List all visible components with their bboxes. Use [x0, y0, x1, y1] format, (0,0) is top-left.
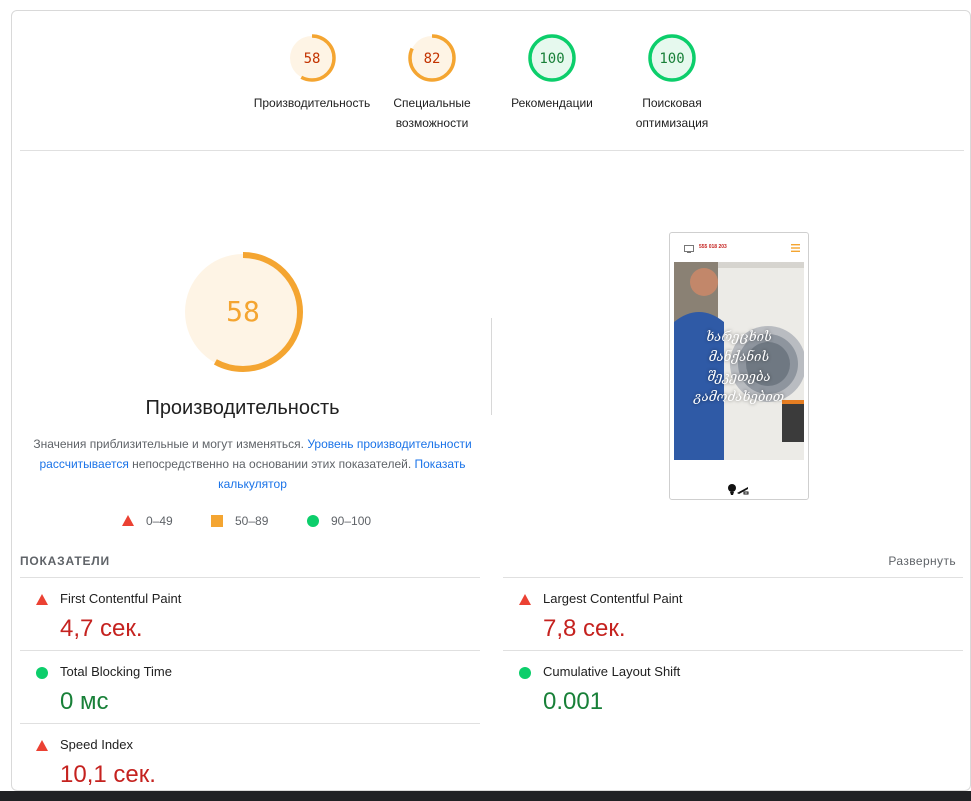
performance-title: Производительность	[145, 397, 340, 419]
metric-name: Cumulative Layout Shift	[543, 664, 681, 679]
gauge-score: 100	[539, 51, 564, 67]
metric-value: 4,7 сек.	[60, 615, 143, 642]
gauge-ring: 100	[648, 34, 696, 82]
final-screenshot[interactable]: 555 018 203 ხარეცხის მანქანის შეკეთება გ…	[669, 232, 809, 500]
legend-average: 50–89	[211, 514, 268, 528]
gauge-label: Специальные возможности	[393, 96, 471, 130]
gauge-score: 58	[304, 51, 321, 67]
gauge-ring: 100	[528, 34, 576, 82]
gauge-seo[interactable]: 100 Поисковая оптимизация	[607, 33, 737, 133]
performance-description: Значения приблизительные и могут изменят…	[33, 437, 472, 491]
fail-triangle-icon	[36, 740, 48, 751]
legend-pass: 90–100	[307, 514, 371, 528]
metric-lcp[interactable]: Largest Contentful Paint 7,8 сек.	[503, 577, 963, 650]
gauge-label: Производительность	[253, 96, 371, 110]
site-phone-number: 555 018 203	[699, 244, 727, 250]
category-gauges: 58 Производительность 82 Специальные воз…	[12, 11, 970, 150]
pass-circle-icon	[307, 515, 319, 527]
metric-value: 0 мс	[60, 688, 109, 715]
divider	[20, 150, 964, 151]
hero-text: ხარეცხის მანქანის შეკეთება გამოძახებით	[693, 330, 785, 405]
hero-image: ხარეცხის მანქანის შეკეთება გამოძახებით	[674, 262, 804, 460]
metric-cls[interactable]: Cumulative Layout Shift 0.001	[503, 650, 963, 723]
gauge-score: 100	[659, 51, 684, 67]
gauge-ring: 58	[288, 34, 336, 82]
performance-gauge: 58	[181, 250, 305, 379]
gauge-ring: 58	[183, 252, 303, 372]
metric-name: Speed Index	[60, 737, 134, 752]
expand-view-button[interactable]: Развернуть	[888, 554, 956, 568]
fail-triangle-icon	[519, 594, 531, 605]
metric-value: 10,1 сек.	[60, 761, 156, 788]
metrics-header: ПОКАЗАТЕЛИ Развернуть	[20, 554, 964, 570]
gauge-score: 82	[424, 51, 441, 67]
gauge-best-practices[interactable]: 100 Рекомендации	[487, 33, 617, 113]
metric-value: 7,8 сек.	[543, 615, 626, 642]
metric-name: Largest Contentful Paint	[543, 591, 683, 606]
score-legend: 0–49 50–89 90–100	[12, 514, 473, 530]
legend-fail: 0–49	[122, 514, 173, 528]
metric-tbt[interactable]: Total Blocking Time 0 мс	[20, 650, 480, 723]
gauge-accessibility[interactable]: 82 Специальные возможности	[367, 33, 497, 133]
performance-score: 58	[226, 295, 260, 328]
phone-call-icon	[728, 484, 749, 495]
metric-speed-index[interactable]: Speed Index 10,1 сек.	[20, 723, 480, 790]
window-bottom-bar	[0, 791, 971, 801]
gauge-label: Поисковая оптимизация	[635, 96, 709, 130]
gauge-label: Рекомендации	[511, 96, 593, 110]
metric-fcp[interactable]: First Contentful Paint 4,7 сек.	[20, 577, 480, 650]
gauge-performance[interactable]: 58 Производительность	[247, 33, 377, 113]
metrics-title: ПОКАЗАТЕЛИ	[20, 554, 110, 568]
average-square-icon	[211, 515, 223, 527]
pass-circle-icon	[36, 667, 48, 679]
pass-circle-icon	[519, 667, 531, 679]
hamburger-menu-icon	[791, 244, 800, 252]
metric-name: Total Blocking Time	[60, 664, 172, 679]
gauge-ring: 82	[408, 34, 456, 82]
monitor-logo-icon	[684, 245, 694, 253]
metric-name: First Contentful Paint	[60, 591, 182, 606]
fail-triangle-icon	[36, 594, 48, 605]
metric-value: 0.001	[543, 688, 604, 715]
fail-triangle-icon	[122, 515, 134, 526]
site-header: 555 018 203	[670, 233, 808, 263]
vertical-divider	[491, 318, 492, 415]
report-card: 58 Производительность 82 Специальные воз…	[11, 10, 971, 791]
